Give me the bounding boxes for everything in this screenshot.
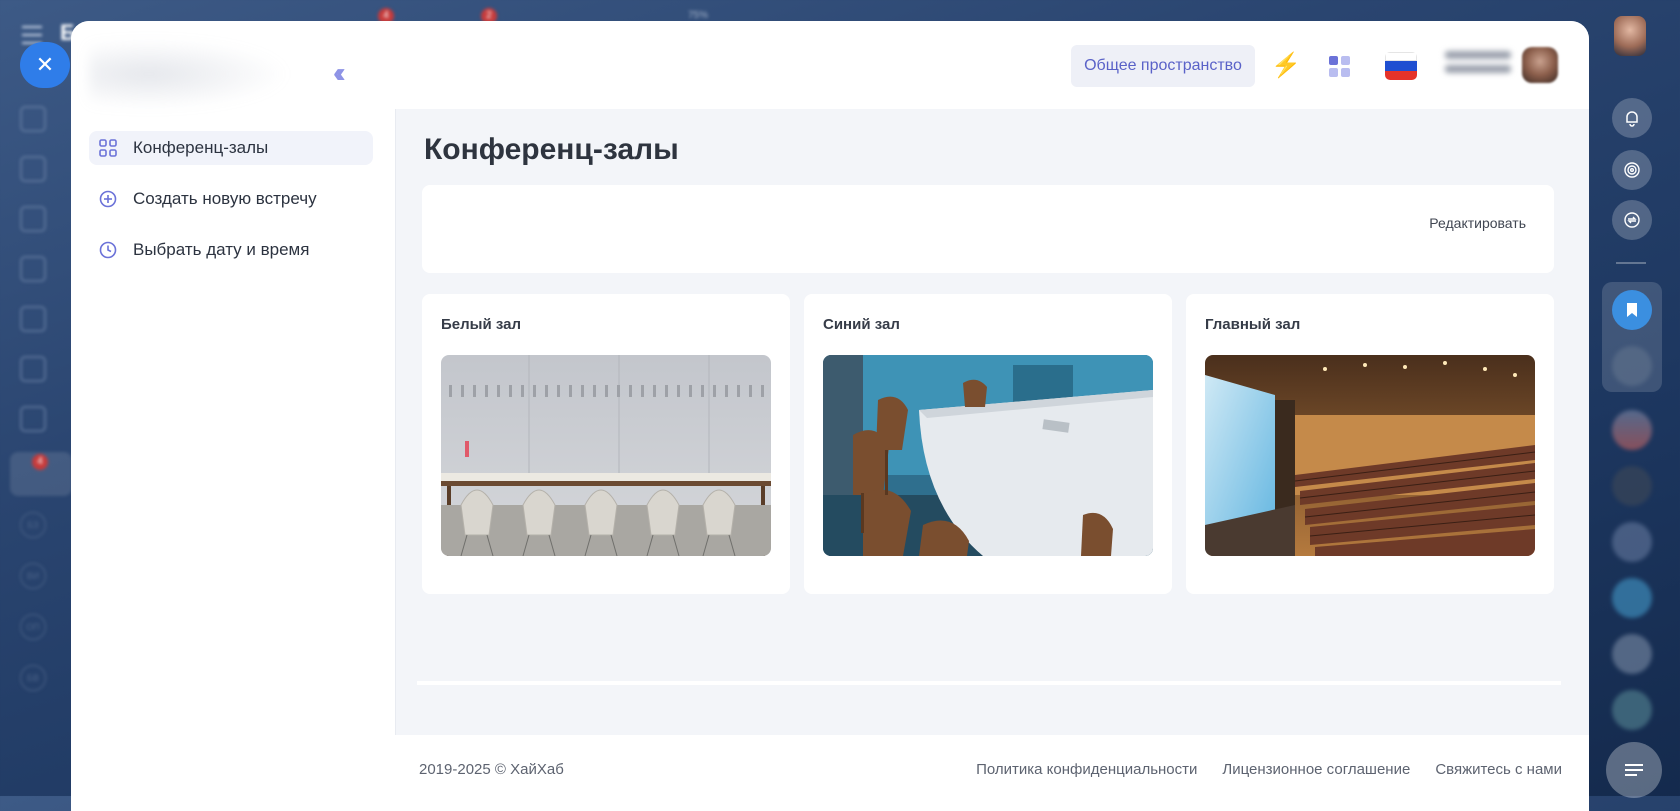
sidebar-initials: БЗ — [20, 512, 46, 538]
room-card[interactable]: Синий зал — [804, 294, 1172, 594]
bookmark-icon[interactable] — [1612, 290, 1652, 330]
room-photo[interactable] — [441, 355, 771, 556]
sidebar-item-icon — [20, 306, 46, 332]
room-card[interactable]: Главный зал — [1186, 294, 1554, 594]
sidebar-item-create-meeting[interactable]: Создать новую встречу — [89, 182, 373, 216]
right-dock — [1598, 0, 1680, 798]
sidebar-item-pick-date[interactable]: Выбрать дату и время — [89, 233, 373, 267]
room-photo[interactable] — [1205, 355, 1535, 556]
zoom-level: 75% — [688, 10, 709, 21]
copyright: 2019-2025 © ХайХаб — [419, 761, 564, 778]
double-chevron-left-icon: ‹‹ — [333, 57, 345, 88]
chat-avatar[interactable] — [1612, 690, 1652, 730]
notification-badge: 4 — [32, 454, 48, 470]
page-title: Конференц-залы — [424, 133, 679, 166]
sync-icon[interactable] — [1612, 200, 1652, 240]
plus-circle-icon — [97, 188, 119, 210]
sidebar-item-label: Создать новую встречу — [133, 189, 317, 208]
footer-link-license[interactable]: Лицензионное соглашение — [1222, 761, 1410, 778]
toolbar-card: Редактировать — [422, 185, 1554, 273]
sidebar-item-icon — [20, 206, 46, 232]
grid-icon — [97, 137, 119, 159]
workspace-button[interactable]: Общее пространство — [1071, 45, 1255, 87]
bell-icon[interactable] — [1612, 98, 1652, 138]
room-name: Главный зал — [1205, 316, 1301, 333]
chat-avatar[interactable] — [1612, 410, 1652, 450]
chat-avatar[interactable] — [1612, 634, 1652, 674]
header: Общее пространство ⚡ — [395, 21, 1589, 109]
sidebar-item-label: Конференц-залы — [133, 138, 269, 157]
edit-button[interactable]: Редактировать — [1429, 215, 1526, 231]
menu-icon[interactable] — [1606, 742, 1662, 798]
chat-avatar[interactable] — [1612, 466, 1652, 506]
user-name[interactable] — [1445, 45, 1511, 85]
footer-link-privacy[interactable]: Политика конфиденциальности — [976, 761, 1197, 778]
chat-avatar[interactable] — [1612, 346, 1652, 386]
apps-icon[interactable] — [1329, 56, 1351, 78]
avatar[interactable] — [1614, 16, 1646, 56]
footer-link-contact[interactable]: Свяжитесь с нами — [1435, 761, 1562, 778]
footer: 2019-2025 © ХайХаб Политика конфиденциал… — [395, 735, 1589, 811]
close-icon: ✕ — [35, 52, 55, 77]
collapse-sidebar-button[interactable]: ‹‹ — [333, 57, 345, 89]
sidebar-initials: ОП — [20, 614, 46, 640]
footer-links: Политика конфиденциальности Лицензионное… — [976, 761, 1562, 778]
flag-ru-icon[interactable] — [1385, 52, 1417, 80]
spiral-icon[interactable] — [1612, 150, 1652, 190]
room-name: Белый зал — [441, 316, 521, 333]
app-overlay-panel: ‹‹ Конференц-залы Создать новую встречу — [71, 21, 1589, 811]
sidebar-item-icon — [20, 356, 46, 382]
sidebar-item-icon — [20, 156, 46, 182]
room-name: Синий зал — [823, 316, 900, 333]
sidebar-item-label: Выбрать дату и время — [133, 240, 310, 259]
chat-avatar[interactable] — [1612, 522, 1652, 562]
dock-separator — [1616, 262, 1646, 264]
avatar[interactable] — [1522, 47, 1558, 83]
chat-avatar[interactable] — [1612, 578, 1652, 618]
room-photo[interactable] — [823, 355, 1153, 556]
sidebar-item-icon — [20, 106, 46, 132]
bolt-icon[interactable]: ⚡ — [1271, 51, 1301, 80]
clock-icon — [97, 239, 119, 261]
room-card[interactable]: Белый зал — [422, 294, 790, 594]
sidebar-item-icon — [20, 256, 46, 282]
app-logo — [89, 39, 289, 109]
close-overlay-button[interactable]: ✕ — [20, 42, 70, 88]
sidebar-initials: ВИ — [20, 563, 46, 589]
left-navigation: ‹‹ Конференц-залы Создать новую встречу — [71, 21, 396, 811]
sidebar-item-icon — [20, 406, 46, 432]
sidebar-initials: БВ — [20, 665, 46, 691]
sidebar-item-conference-rooms[interactable]: Конференц-залы — [89, 131, 373, 165]
content-divider — [417, 681, 1561, 685]
